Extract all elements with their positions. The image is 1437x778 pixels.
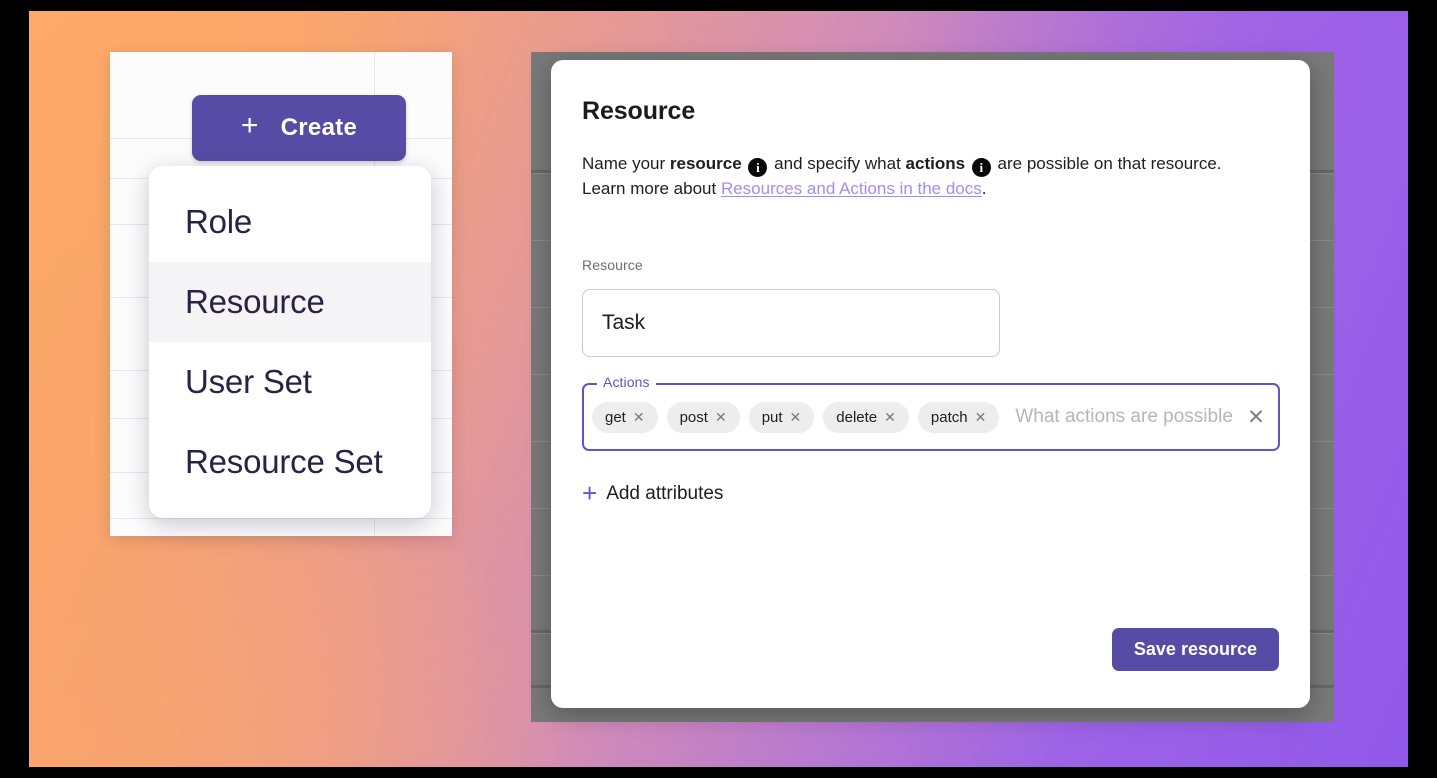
resource-modal: Resource Name your resource i and specif… xyxy=(551,60,1310,708)
menu-item-label: Resource Set xyxy=(185,443,383,481)
chip-remove-icon[interactable]: ✕ xyxy=(633,410,645,424)
menu-item-label: Resource xyxy=(185,283,325,321)
info-icon-resource[interactable]: i xyxy=(748,158,767,177)
action-chip-post[interactable]: post ✕ xyxy=(667,402,740,433)
screenshot-root: + Create Role Resource User Set Resource… xyxy=(0,0,1437,778)
create-button[interactable]: + Create xyxy=(192,95,406,161)
create-button-label: Create xyxy=(281,114,358,142)
desc-bold-resource: resource xyxy=(670,154,742,173)
chip-remove-icon[interactable]: ✕ xyxy=(884,410,896,424)
action-chip-put[interactable]: put ✕ xyxy=(749,402,815,433)
chip-label: delete xyxy=(836,409,877,426)
info-icon-actions[interactable]: i xyxy=(972,158,991,177)
menu-item-user-set[interactable]: User Set xyxy=(149,342,431,422)
menu-item-label: Role xyxy=(185,203,252,241)
actions-field[interactable]: Actions get ✕ post ✕ put ✕ delete ✕ patc… xyxy=(582,383,1280,451)
action-chip-get[interactable]: get ✕ xyxy=(592,402,658,433)
learn-more-suffix: . xyxy=(982,179,987,198)
resource-field-label: Resource xyxy=(582,257,1280,273)
desc-part-3: are possible on that resource. xyxy=(998,154,1222,173)
table-row-divider xyxy=(110,518,452,519)
create-dropdown-menu[interactable]: Role Resource User Set Resource Set xyxy=(149,166,431,518)
resource-name-input[interactable] xyxy=(582,289,1000,357)
docs-link[interactable]: Resources and Actions in the docs xyxy=(721,179,982,198)
actions-field-legend: Actions xyxy=(597,374,656,390)
menu-item-resource-set[interactable]: Resource Set xyxy=(149,422,431,502)
desc-bold-actions: actions xyxy=(906,154,966,173)
chip-label: patch xyxy=(931,409,968,426)
chip-label: put xyxy=(762,409,783,426)
desc-part-2: and specify what xyxy=(774,154,901,173)
modal-title: Resource xyxy=(582,97,1280,126)
action-chip-patch[interactable]: patch ✕ xyxy=(918,402,999,433)
save-resource-button[interactable]: Save resource xyxy=(1112,628,1279,671)
chip-remove-icon[interactable]: ✕ xyxy=(715,410,727,424)
actions-input[interactable] xyxy=(1008,406,1233,428)
chip-label: post xyxy=(680,409,708,426)
modal-description: Name your resource i and specify what ac… xyxy=(582,152,1242,201)
menu-item-resource[interactable]: Resource xyxy=(149,262,431,342)
chip-label: get xyxy=(605,409,626,426)
add-attributes-button[interactable]: + Add attributes xyxy=(582,481,723,507)
chip-remove-icon[interactable]: ✕ xyxy=(790,410,802,424)
add-attributes-label: Add attributes xyxy=(606,483,723,505)
plus-icon: + xyxy=(582,480,597,506)
learn-more-prefix: Learn more about xyxy=(582,179,716,198)
desc-part-1: Name your xyxy=(582,154,665,173)
action-chip-delete[interactable]: delete ✕ xyxy=(823,402,909,433)
chip-remove-icon[interactable]: ✕ xyxy=(975,410,987,424)
menu-item-role[interactable]: Role xyxy=(149,182,431,262)
menu-item-label: User Set xyxy=(185,363,312,401)
plus-icon: + xyxy=(241,111,259,141)
close-icon[interactable]: ✕ xyxy=(1242,403,1270,431)
